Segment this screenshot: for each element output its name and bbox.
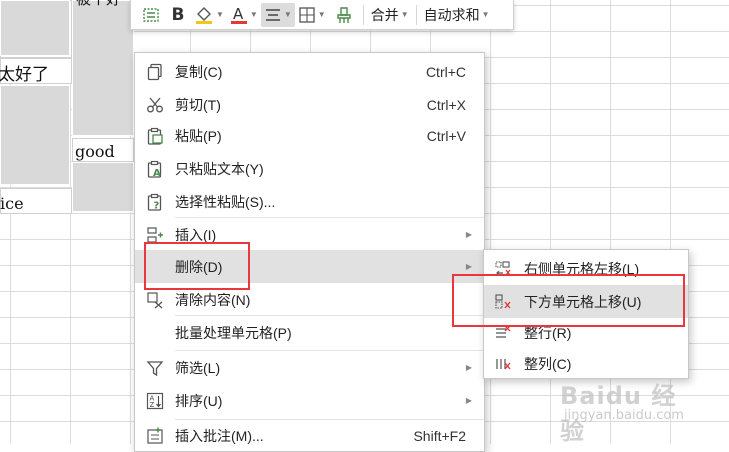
comment-icon (146, 427, 164, 445)
menu-label-sort: 排序(U) (175, 392, 223, 409)
menu-label-clear: 清除内容(N) (175, 291, 251, 308)
menu-label-filter: 筛选(L) (175, 359, 221, 376)
baidu-watermark: Baidu 经验 jingyan.baidu.com (560, 376, 700, 445)
paste-special-icon: ? (146, 193, 164, 211)
highlight-box-shift-up (452, 274, 685, 327)
menu-label-insert-comment: 插入批注(M)... (175, 427, 264, 444)
menu-item-batch-process[interactable]: 批量处理单元格(P) (135, 316, 484, 349)
paste-icon (146, 127, 164, 145)
menu-label-paste-text: 只粘贴文本(Y) (175, 160, 264, 177)
border-button[interactable]: ▼ (295, 3, 329, 27)
border-icon (299, 6, 315, 23)
menu-label-batch-process: 批量处理单元格(P) (175, 324, 292, 341)
menu-label-paste-special: 选择性粘贴(S)... (175, 193, 276, 210)
menu-label-copy: 复制(C) (175, 63, 223, 80)
clear-icon (146, 291, 164, 309)
cell-b-row1[interactable] (72, 0, 134, 136)
svg-text:A: A (153, 168, 161, 178)
menu-item-filter[interactable]: 筛选(L) ▶ (135, 351, 484, 384)
menu-item-sort[interactable]: AZ 排序(U) ▶ (135, 384, 484, 417)
menu-label-cut: 剪切(T) (175, 96, 221, 113)
cell-text-row2: 太好了 (0, 65, 49, 85)
mini-toolbar: B ▼ A ▼ ▼ ▼ 合并 ▼ 自动求和 ▼ (130, 0, 514, 30)
menu-item-insert-comment[interactable]: 插入批注(M)... Shift+F2 (135, 419, 484, 452)
menu-item-paste[interactable]: 粘贴(P) Ctrl+V (135, 119, 484, 152)
align-center-icon (265, 8, 280, 21)
font-color-button[interactable]: A ▼ (227, 3, 261, 27)
autosum-label: 自动求和 (423, 6, 480, 23)
menu-item-cut[interactable]: 剪切(T) Ctrl+X (135, 88, 484, 121)
paste-text-icon: A (146, 160, 164, 178)
chevron-down-icon[interactable]: ▼ (250, 10, 258, 19)
chevron-down-icon[interactable]: ▼ (284, 10, 292, 19)
copy-icon (146, 63, 164, 81)
submenu-arrow-icon: ▶ (465, 363, 472, 372)
menu-shortcut-copy: Ctrl+C (425, 63, 466, 80)
menu-label-paste: 粘贴(P) (175, 127, 222, 144)
svg-text:Z: Z (150, 401, 155, 409)
eraser-icon (336, 6, 351, 23)
highlight-box-delete (144, 242, 250, 290)
format-painter-button[interactable] (137, 3, 165, 27)
submenu-arrow-icon: ▶ (465, 262, 472, 271)
chevron-down-icon[interactable]: ▼ (401, 10, 409, 19)
filter-icon (146, 359, 164, 377)
menu-item-paste-special[interactable]: ? 选择性粘贴(S)... (135, 185, 484, 218)
chevron-down-icon[interactable]: ▼ (216, 10, 224, 19)
sort-icon: AZ (146, 392, 164, 410)
autosum-button[interactable]: 自动求和 ▼ (421, 3, 493, 27)
submenu-arrow-icon: ▶ (465, 230, 472, 239)
chevron-down-icon[interactable]: ▼ (482, 10, 490, 19)
cell-a-row1-grey[interactable] (0, 0, 70, 56)
menu-item-copy[interactable]: 复制(C) Ctrl+C (135, 55, 484, 88)
bold-button[interactable]: B (165, 3, 191, 27)
cell-b-row5[interactable] (72, 162, 134, 212)
submenu-arrow-icon: ▶ (465, 396, 472, 405)
align-button[interactable]: ▼ (260, 2, 295, 27)
merge-label: 合并 (370, 6, 399, 23)
svg-text:A: A (233, 5, 244, 23)
fill-bucket-icon (196, 6, 212, 24)
watermark-url: jingyan.baidu.com (564, 408, 684, 423)
cell-text-ice: ice (0, 194, 24, 213)
fill-color-button[interactable]: ▼ (191, 3, 227, 27)
toolbar-divider (362, 4, 364, 25)
merge-button[interactable]: 合并 ▼ (368, 3, 412, 27)
cell-text-good: good (75, 142, 115, 161)
delete-column-icon (494, 355, 512, 373)
cell-text-partial-top: 被个好 (76, 0, 121, 9)
insert-icon (146, 226, 164, 244)
clear-format-button[interactable] (329, 3, 359, 27)
bold-icon: B (171, 4, 185, 25)
format-painter-icon (143, 7, 159, 22)
menu-shortcut-insert-comment: Shift+F2 (413, 427, 466, 444)
svg-text:?: ? (154, 200, 160, 211)
font-color-icon: A (230, 5, 247, 24)
toolbar-divider (415, 4, 417, 25)
menu-shortcut-paste: Ctrl+V (426, 127, 466, 144)
submenu-label-delete-column: 整列(C) (524, 355, 572, 372)
menu-item-paste-text[interactable]: A 只粘贴文本(Y) (135, 152, 484, 185)
chevron-down-icon[interactable]: ▼ (318, 10, 326, 19)
menu-shortcut-cut: Ctrl+X (426, 96, 466, 113)
cell-a-row3[interactable] (0, 85, 70, 185)
scissors-icon (146, 96, 164, 114)
